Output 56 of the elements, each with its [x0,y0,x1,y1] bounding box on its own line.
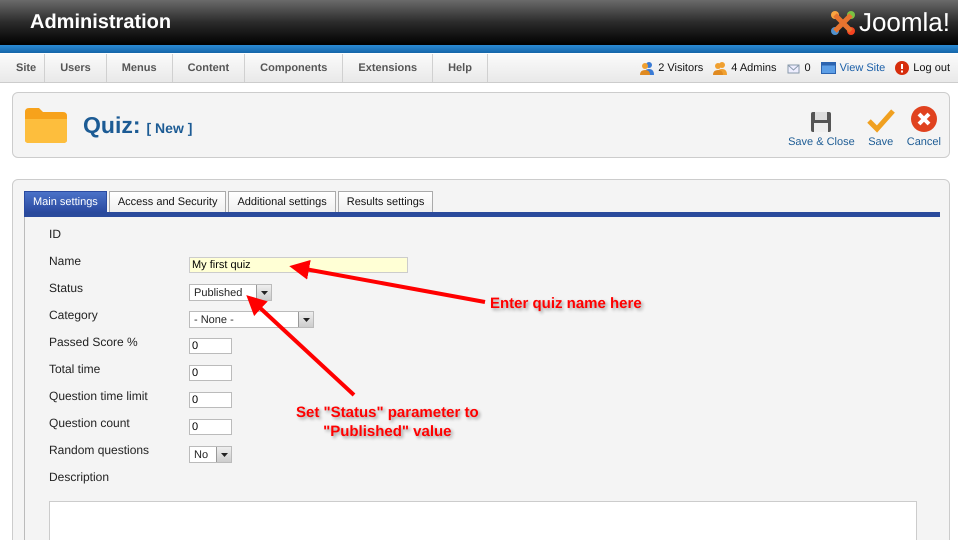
select-field[interactable]: Published [189,284,272,301]
page-subtitle: [ New ] [146,120,192,136]
input-field[interactable]: 0 [189,338,232,354]
annotation-text: Enter quiz name here [490,294,642,313]
menu-item[interactable]: Content [172,54,246,82]
tab[interactable]: Access and Security [108,191,226,212]
dropdown-icon [256,285,271,300]
status-item[interactable]: 4 Admins [713,61,777,75]
admin-title: Administration [30,11,172,34]
field-label: Question count [49,416,131,430]
field-label: Random questions [49,443,150,457]
logo-text: Joomla! [858,7,950,38]
select-field[interactable]: - None - [189,311,314,328]
menu-item[interactable]: Site [0,54,46,82]
checkmark-icon [866,109,895,133]
field-label: Description [49,470,110,484]
toolbar-button[interactable]: Cancel [902,102,945,148]
menu-item[interactable]: Extensions [343,54,434,82]
message-icon [786,62,801,74]
annotation-text: Set "Status" parameter to "Published" value [296,403,479,441]
menu-item[interactable]: Menus [106,54,173,82]
users-icon [640,61,654,75]
input-field[interactable]: My first quiz [189,257,408,273]
menu-item[interactable]: Help [433,54,488,82]
field-label: Category [49,308,99,322]
status-item[interactable]: View Site [820,62,886,74]
status-item[interactable]: 2 Visitors [640,61,704,75]
window-icon [820,62,836,74]
menu-item[interactable]: Components [245,54,344,82]
toolbar-button[interactable]: Save [862,102,899,148]
users-icon [713,61,728,75]
input-field[interactable]: 0 [189,365,232,381]
field-label: Status [49,281,84,295]
tab[interactable]: Additional settings [228,191,336,212]
tab[interactable]: Main settings [24,191,107,212]
toolbar-button[interactable]: Save & Close [784,102,859,148]
field-label: ID [49,227,62,241]
input-field[interactable]: 0 [189,392,232,408]
field-label: Question time limit [49,389,149,403]
field-label: Passed Score % [49,335,139,349]
page-title: Quiz: [83,112,140,138]
input-field[interactable]: 0 [189,419,232,435]
floppy-icon [810,111,832,133]
logo-icon [828,8,857,36]
field-label: Total time [49,362,102,376]
field-label: Name [49,254,82,268]
select-field[interactable]: No [189,446,232,463]
dropdown-icon [216,447,231,462]
close-icon [910,105,938,133]
menu-item[interactable]: Users [45,54,107,82]
alert-icon [895,61,910,75]
status-item[interactable]: Log out [895,61,950,75]
folder-icon [23,106,69,144]
dropdown-icon [298,312,313,327]
tab[interactable]: Results settings [338,191,434,212]
status-item[interactable]: 0 [786,62,811,74]
